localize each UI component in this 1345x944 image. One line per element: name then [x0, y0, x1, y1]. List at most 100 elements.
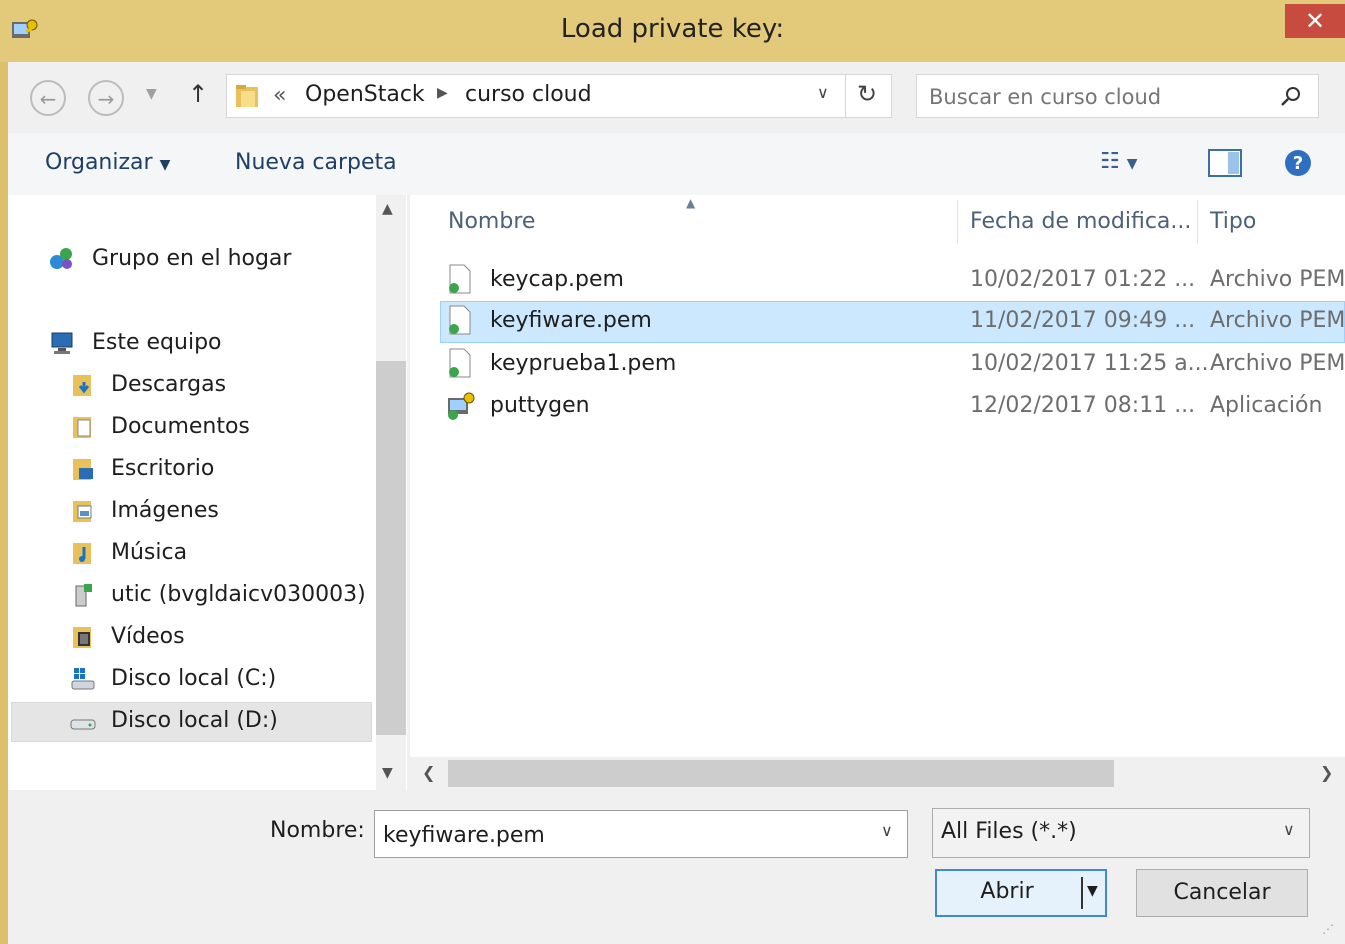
pem-file-icon	[449, 348, 471, 378]
file-row[interactable]: keycap.pem 10/02/2017 01:22 ... Archivo …	[440, 260, 1345, 302]
filter-value: All Files (*.*)	[941, 819, 1077, 844]
nav-item-this-pc[interactable]: Este equipo	[48, 324, 222, 362]
file-name: keyprueba1.pem	[490, 351, 677, 376]
open-split-button[interactable]: Abrir ▼	[935, 869, 1107, 917]
file-name-input[interactable]	[381, 819, 865, 851]
preview-pane-icon[interactable]	[1208, 149, 1242, 177]
open-button-label: Abrir	[980, 879, 1034, 904]
file-name: keycap.pem	[490, 267, 624, 292]
scroll-up-icon[interactable]: ▲	[382, 201, 393, 217]
drive-icon	[70, 719, 96, 730]
documents-folder-icon	[73, 417, 91, 438]
nav-label: Disco local (C:)	[111, 666, 277, 691]
system-drive-icon	[71, 668, 95, 690]
cancel-button[interactable]: Cancelar	[1136, 869, 1308, 917]
resize-grip-icon[interactable]: ⋰	[1322, 922, 1334, 936]
nav-label: Disco local (D:)	[111, 708, 278, 733]
scroll-left-icon[interactable]: ❮	[422, 763, 435, 782]
chevron-down-icon[interactable]: ∨	[881, 821, 893, 840]
pem-file-icon	[449, 264, 471, 294]
nav-label: Grupo en el hogar	[92, 246, 292, 271]
chevrons-icon: «	[273, 83, 287, 108]
videos-folder-icon	[73, 627, 91, 648]
file-list-horizontal-scrollbar[interactable]: ❮ ❯	[410, 757, 1345, 790]
nav-item-escritorio[interactable]: Escritorio	[70, 450, 214, 488]
breadcrumb-curso-cloud[interactable]: curso cloud	[465, 82, 592, 107]
view-options-icon[interactable]: ☷ ▼	[1100, 149, 1138, 174]
nav-item-network-drive[interactable]: utic (bvgldaicv030003)	[70, 576, 366, 614]
column-header-name[interactable]: Nombre	[448, 200, 535, 244]
nav-item-videos[interactable]: Vídeos	[70, 618, 185, 656]
file-date: 11/02/2017 09:49 ...	[970, 308, 1196, 333]
desktop-folder-icon	[73, 459, 93, 480]
split-divider	[1081, 877, 1083, 909]
file-type: Archivo PEM	[1210, 308, 1345, 333]
refresh-icon[interactable]: ↻	[857, 80, 877, 108]
scrollbar-thumb[interactable]	[376, 361, 406, 735]
nav-label: Este equipo	[92, 330, 222, 355]
svg-text:?: ?	[1293, 153, 1303, 174]
computer-icon	[51, 332, 73, 354]
recent-locations-dropdown[interactable]: ▼	[146, 86, 157, 102]
file-row-selected[interactable]: keyfiware.pem 11/02/2017 09:49 ... Archi…	[440, 301, 1345, 343]
help-icon[interactable]: ?	[1283, 148, 1313, 178]
command-bar: Organizar ▼ Nueva carpeta ☷ ▼ ?	[8, 133, 1345, 195]
forward-button[interactable]: →	[88, 80, 124, 116]
window-title: Load private key:	[560, 14, 785, 44]
divider	[845, 75, 846, 117]
column-header-date[interactable]: Fecha de modifica...	[970, 200, 1191, 244]
breadcrumb-openstack[interactable]: OpenStack	[305, 82, 425, 107]
nav-item-imagenes[interactable]: Imágenes	[70, 492, 219, 530]
scroll-right-icon[interactable]: ❯	[1320, 763, 1333, 782]
file-type: Archivo PEM	[1210, 267, 1345, 292]
close-button[interactable]: ✕	[1285, 4, 1345, 38]
downloads-folder-icon	[73, 375, 91, 396]
nav-item-musica[interactable]: Música	[70, 534, 187, 572]
sort-ascending-icon: ▲	[686, 196, 696, 210]
column-divider[interactable]	[957, 200, 958, 244]
chevron-down-icon: ∨	[1283, 820, 1295, 839]
folder-icon	[236, 85, 258, 107]
open-dropdown-arrow-icon[interactable]: ▼	[1087, 883, 1098, 899]
file-type: Archivo PEM	[1210, 351, 1345, 376]
pem-file-icon	[449, 305, 471, 335]
nav-label: Documentos	[111, 414, 250, 439]
address-dropdown-icon[interactable]: ∨	[817, 83, 829, 102]
file-type-filter-select[interactable]: All Files (*.*) ∨	[932, 808, 1310, 858]
file-date: 10/02/2017 11:25 a...	[970, 351, 1209, 376]
nav-item-documentos[interactable]: Documentos	[70, 408, 250, 446]
column-header-type[interactable]: Tipo	[1210, 200, 1256, 244]
scrollbar-thumb[interactable]	[448, 760, 1114, 787]
up-arrow-icon[interactable]: ↑	[188, 80, 208, 108]
nav-label: utic (bvgldaicv030003)	[111, 582, 366, 607]
search-icon[interactable]	[1279, 85, 1303, 109]
nav-item-disk-c[interactable]: Disco local (C:)	[70, 660, 276, 698]
new-folder-button[interactable]: Nueva carpeta	[235, 150, 397, 175]
nav-item-disk-d[interactable]: Disco local (D:)	[70, 702, 278, 740]
breadcrumb-separator-icon[interactable]: ▶	[437, 85, 448, 101]
scroll-down-icon[interactable]: ▼	[382, 765, 393, 781]
file-name: keyfiware.pem	[490, 308, 652, 333]
file-row[interactable]: keyprueba1.pem 10/02/2017 11:25 a... Arc…	[440, 344, 1345, 386]
nav-item-homegroup[interactable]: Grupo en el hogar	[48, 240, 291, 278]
puttygen-app-icon	[448, 392, 475, 420]
file-name-label: Nombre:	[270, 818, 365, 843]
nav-vertical-scrollbar[interactable]: ▲ ▼	[376, 195, 406, 790]
search-input[interactable]	[927, 81, 1271, 113]
back-button[interactable]: ←	[30, 80, 66, 116]
cancel-button-label: Cancelar	[1173, 880, 1271, 905]
organize-label: Organizar	[45, 150, 153, 175]
file-date: 10/02/2017 01:22 ...	[970, 267, 1196, 292]
file-name-combobox[interactable]: ∨	[374, 810, 908, 858]
music-folder-icon	[73, 543, 91, 564]
network-drive-icon	[75, 584, 92, 607]
address-bar[interactable]: « OpenStack ▶ curso cloud ∨ ↻	[226, 74, 892, 118]
title-bar[interactable]: Load private key: ✕	[0, 0, 1345, 62]
organize-button[interactable]: Organizar ▼	[45, 150, 170, 175]
column-divider[interactable]	[1197, 200, 1198, 244]
nav-item-descargas[interactable]: Descargas	[70, 366, 226, 404]
pictures-folder-icon	[73, 501, 92, 522]
file-date: 12/02/2017 08:11 ...	[970, 393, 1196, 418]
file-row[interactable]: puttygen 12/02/2017 08:11 ... Aplicación	[440, 386, 1345, 428]
search-box[interactable]	[916, 74, 1319, 118]
